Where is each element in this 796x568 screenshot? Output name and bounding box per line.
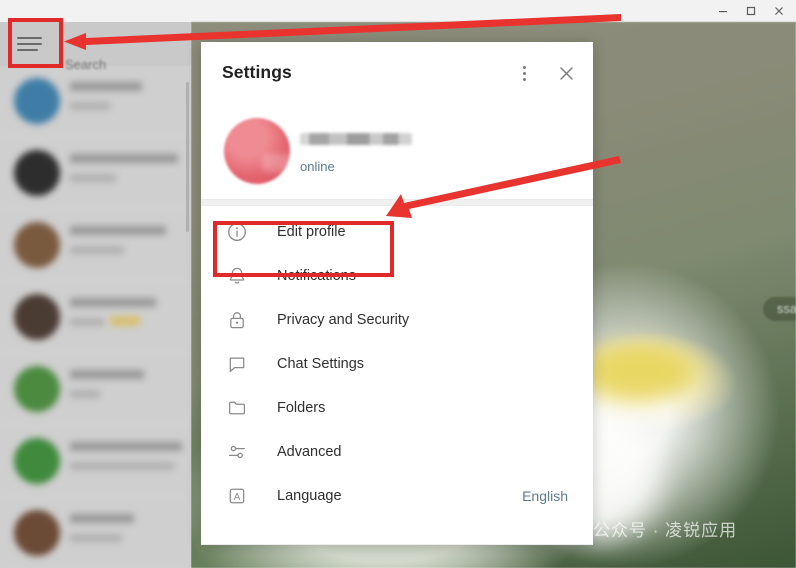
hamburger-icon[interactable] <box>17 33 42 55</box>
chat-avatar <box>14 438 60 484</box>
menu-item-label: Notifications <box>277 268 356 284</box>
sidebar-header: Search <box>0 22 191 72</box>
chat-list-item[interactable] <box>0 66 191 138</box>
folder-icon <box>225 396 249 420</box>
chat-avatar <box>14 510 60 556</box>
menu-item-notifications[interactable]: Notifications <box>201 254 593 298</box>
chat-list-item[interactable] <box>0 498 191 568</box>
chat-list[interactable] <box>0 66 191 568</box>
chat-name <box>70 298 156 307</box>
chat-badge <box>110 316 140 326</box>
letter-a-box-icon: A <box>225 484 249 508</box>
chat-avatar <box>14 222 60 268</box>
settings-dialog: Settings online Edit profile Notification… <box>201 42 593 545</box>
title-bar <box>0 0 796 23</box>
menu-item-value[interactable]: English <box>522 488 568 504</box>
menu-item-chat-settings[interactable]: Chat Settings <box>201 342 593 386</box>
chat-avatar <box>14 150 60 196</box>
chat-name <box>70 154 178 163</box>
chat-list-item[interactable] <box>0 282 191 354</box>
chat-list-sidebar: Search <box>0 22 191 568</box>
divider <box>201 199 593 206</box>
chat-avatar <box>14 294 60 340</box>
sidebar-scrollbar[interactable] <box>186 82 189 232</box>
dialog-footer-divider <box>201 544 593 545</box>
close-icon[interactable] <box>766 1 792 21</box>
menu-item-label: Folders <box>277 400 326 416</box>
chat-avatar <box>14 366 60 412</box>
watermark-text: 公众号 · 凌锐应用 <box>593 521 738 540</box>
maximize-icon[interactable] <box>738 1 764 21</box>
chat-preview <box>70 318 104 326</box>
menu-item-folders[interactable]: Folders <box>201 386 593 430</box>
settings-menu-list: Edit profile Notifications Privacy and Sec… <box>201 206 593 518</box>
dialog-header: Settings <box>201 42 593 104</box>
menu-item-label: Chat Settings <box>277 356 365 372</box>
chat-list-item[interactable] <box>0 138 191 210</box>
profile-row[interactable]: online <box>201 104 593 199</box>
chat-list-item[interactable] <box>0 354 191 426</box>
info-circle-icon <box>225 220 249 244</box>
menu-item-privacy-and-security[interactable]: Privacy and Security <box>201 298 593 342</box>
chat-avatar <box>14 78 60 124</box>
chat-preview <box>70 102 110 110</box>
menu-item-label: Language <box>277 488 342 504</box>
chat-preview <box>70 390 100 398</box>
window-controls <box>710 0 792 22</box>
menu-item-edit-profile[interactable]: Edit profile <box>201 210 593 254</box>
application-window: ssaging Search Settings online Edit prof… <box>0 0 796 568</box>
close-icon[interactable] <box>553 60 579 86</box>
minimize-icon[interactable] <box>710 1 736 21</box>
chat-name <box>70 226 166 235</box>
bell-icon <box>225 264 249 288</box>
more-vertical-icon[interactable] <box>511 60 537 86</box>
watermark: 公众号 · 凌锐应用 <box>560 516 737 541</box>
profile-status: online <box>300 159 335 174</box>
page-title: Settings <box>222 62 292 82</box>
chat-name <box>70 442 182 451</box>
chat-preview <box>70 534 122 542</box>
wechat-icon <box>560 518 586 538</box>
avatar-glare <box>262 154 300 172</box>
chat-preview <box>70 174 116 182</box>
menu-item-label: Edit profile <box>277 224 346 240</box>
lock-icon <box>225 308 249 332</box>
status-badge: ssaging <box>763 297 796 321</box>
sliders-icon <box>225 440 249 464</box>
menu-item-language[interactable]: A Language English <box>201 474 593 518</box>
menu-item-label: Advanced <box>277 444 342 460</box>
svg-text:A: A <box>234 492 241 503</box>
chat-preview <box>70 246 124 254</box>
chat-preview <box>70 462 174 470</box>
avatar[interactable] <box>224 118 300 184</box>
chat-list-item[interactable] <box>0 426 191 498</box>
profile-name <box>300 133 412 145</box>
menu-item-label: Privacy and Security <box>277 312 410 328</box>
chat-list-item[interactable] <box>0 210 191 282</box>
chat-name <box>70 514 134 523</box>
menu-item-advanced[interactable]: Advanced <box>201 430 593 474</box>
chat-name <box>70 370 144 379</box>
chat-name <box>70 82 142 91</box>
chat-bubble-icon <box>225 352 249 376</box>
